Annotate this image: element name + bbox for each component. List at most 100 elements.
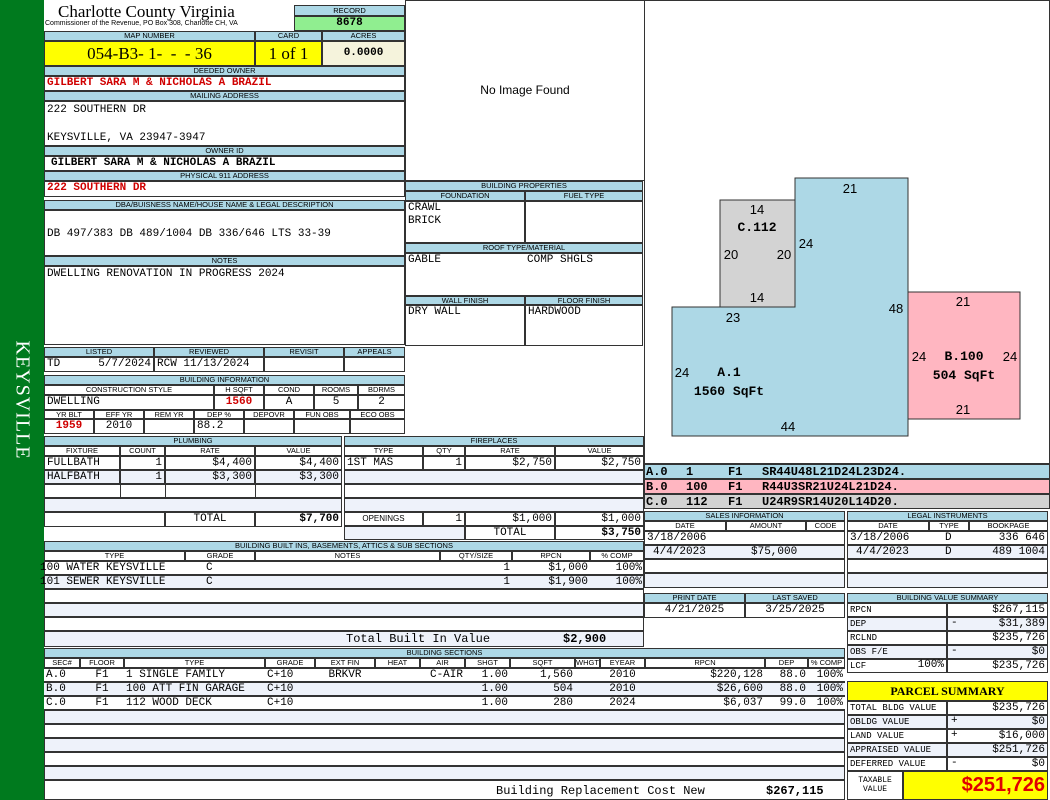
section-cell: F1 xyxy=(80,682,124,696)
plumbing-value: $3,300 xyxy=(255,470,342,484)
dim-a-right: 48 xyxy=(889,301,903,316)
sales-empty-row xyxy=(644,573,845,588)
fireplace-total-label: TOTAL xyxy=(465,526,555,540)
section-cell xyxy=(575,682,600,696)
dim-a-step: 23 xyxy=(726,310,740,325)
value-summary-label: RPCN xyxy=(847,603,947,617)
section-cell xyxy=(315,682,375,696)
section-empty-row xyxy=(44,766,845,780)
section-cell: 1.00 xyxy=(465,682,510,696)
builtins-col-qty: QTY/SIZE xyxy=(440,551,512,561)
fireplace-empty-row xyxy=(344,498,644,512)
value-summary-sign: - xyxy=(951,617,958,629)
value-summary-label: DEP xyxy=(847,617,947,631)
dim-c-right: 20 xyxy=(777,247,791,262)
building-sections-title: BUILDING SECTIONS xyxy=(44,648,845,658)
section-cell: 100% xyxy=(808,668,845,682)
legal-type: D xyxy=(945,532,952,544)
section-col-7: SHGT xyxy=(465,658,510,668)
section-cell: 100 ATT FIN GARAGE xyxy=(124,682,265,696)
dim-b-bottom: 21 xyxy=(956,402,970,417)
dim-a-left: 24 xyxy=(675,365,689,380)
section-cell xyxy=(420,682,465,696)
builtins-col-grade: GRADE xyxy=(185,551,255,561)
fireplace-empty-row xyxy=(344,470,644,484)
parcel-summary-sign: + xyxy=(951,715,958,727)
section-cell: C.0 xyxy=(44,696,80,710)
dim-a-bottom: 44 xyxy=(781,419,795,434)
sales-col-date: DATE xyxy=(644,521,726,531)
fireplace-empty-row xyxy=(344,484,644,498)
legal-bookpage: 489 1004 xyxy=(992,546,1045,558)
section-cell: F1 xyxy=(80,668,124,682)
section-cell xyxy=(575,668,600,682)
section-cell: 88.0 xyxy=(765,668,808,682)
sketch-legend-cell: F1 xyxy=(728,465,743,479)
section-cell: B.0 xyxy=(44,682,80,696)
section-cell: 504 xyxy=(510,682,575,696)
value-summary-amount: $235,726 xyxy=(947,631,1048,645)
section-cell: 2010 xyxy=(600,668,645,682)
dim-c-top: 14 xyxy=(750,202,764,217)
builtin-type: 100 WATER KEYSVILLE xyxy=(40,562,166,574)
builtin-grade: C xyxy=(206,562,213,574)
sketch-legend-cell: F1 xyxy=(728,480,743,494)
section-cell: C+10 xyxy=(265,668,315,682)
section-cell: C-AIR xyxy=(420,668,465,682)
plumbing-fixture: HALFBATH xyxy=(44,470,120,484)
plumbing-rate: $3,300 xyxy=(165,470,255,484)
legal-col-type: TYPE xyxy=(929,521,969,531)
section-cell: 99.0 xyxy=(765,696,808,710)
builtin-grade: C xyxy=(206,576,213,588)
section-cell: C+10 xyxy=(265,696,315,710)
builtin-type: 101 SEWER KEYSVILLE xyxy=(40,576,166,588)
legal-type: D xyxy=(945,546,952,558)
section-col-10: EYEAR xyxy=(600,658,645,668)
section-empty-row xyxy=(44,738,845,752)
legal-title: LEGAL INSTRUMENTS xyxy=(847,511,1048,521)
sketch-legend-cell: R44U3SR21U24L21D24. xyxy=(762,480,899,494)
section-cell: 88.0 xyxy=(765,682,808,696)
legal-empty-row xyxy=(847,559,1048,573)
sales-col-code: CODE xyxy=(806,521,845,531)
fireplace-openings-rate: $1,000 xyxy=(465,512,555,526)
section-cell: 1 SINGLE FAMILY xyxy=(124,668,265,682)
section-col-5: HEAT xyxy=(375,658,420,668)
value-summary-amount: $235,726 xyxy=(947,659,1048,673)
sale-date: 3/18/2006 xyxy=(647,532,707,544)
value-summary-pct: 100% xyxy=(917,659,944,671)
builtin-rpcn: $1,900 xyxy=(548,576,588,588)
section-col-8: SQFT xyxy=(510,658,575,668)
sales-col-amount: AMOUNT xyxy=(726,521,806,531)
builtins-col-rpcn: RPCN xyxy=(512,551,590,561)
builtin-comp: 100% xyxy=(615,562,642,574)
plumbing-empty-row xyxy=(44,484,342,498)
legal-empty-row xyxy=(847,573,1048,588)
section-a-area: 1560 SqFt xyxy=(694,384,764,399)
parcel-summary-amount: $0 xyxy=(947,757,1048,771)
builtins-col-comp: % COMP xyxy=(590,551,644,561)
builtins-empty-row xyxy=(44,617,644,631)
sales-row: 3/18/2006 xyxy=(644,531,845,545)
parcel-summary-amount: $235,726 xyxy=(947,701,1048,715)
value-summary-amount: $0 xyxy=(947,645,1048,659)
sketch-legend-cell: A.0 xyxy=(646,465,668,479)
section-b-area: 504 SqFt xyxy=(933,368,995,383)
dim-a-top: 21 xyxy=(843,181,857,196)
last-saved: 3/25/2025 xyxy=(745,603,845,618)
parcel-summary-label: LAND VALUE xyxy=(847,729,947,743)
section-col-0: SEC# xyxy=(44,658,80,668)
builtins-total-label: Total Built In Value xyxy=(346,632,491,646)
builtins-total: $2,900 xyxy=(563,632,607,646)
section-cell xyxy=(375,682,420,696)
value-summary-amount: $31,389 xyxy=(947,617,1048,631)
taxable-value-label: TAXABLE VALUE xyxy=(847,771,903,800)
parcel-summary-label: DEFERRED VALUE xyxy=(847,757,947,771)
value-summary-label: OBS F/E xyxy=(847,645,947,659)
plumbing-empty-row xyxy=(44,498,342,512)
section-cell: 100% xyxy=(808,682,845,696)
parcel-summary-title: PARCEL SUMMARY xyxy=(847,681,1048,701)
section-col-3: GRADE xyxy=(265,658,315,668)
legal-row: 3/18/2006 D 336 646 xyxy=(847,531,1048,545)
section-cell: 1.00 xyxy=(465,696,510,710)
